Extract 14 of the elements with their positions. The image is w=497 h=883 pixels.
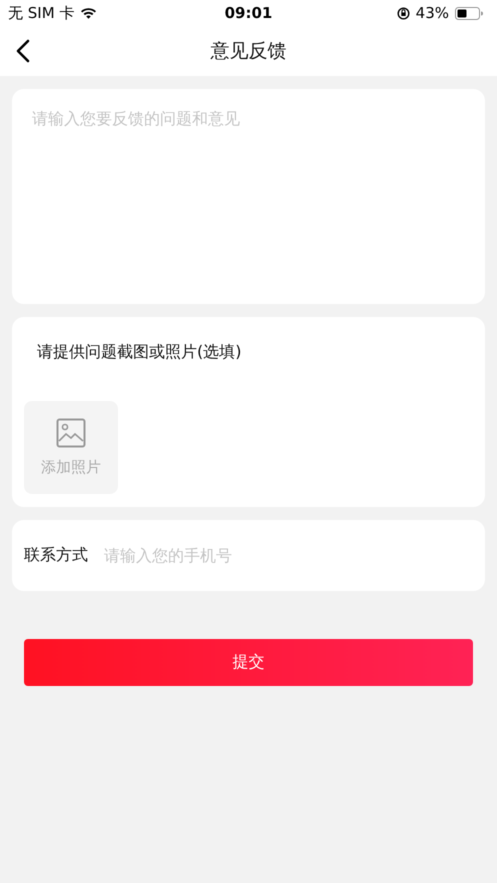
battery-percent: 43% bbox=[416, 4, 449, 22]
photo-label: 请提供问题截图或照片(选填) bbox=[37, 342, 242, 363]
rotation-lock-icon bbox=[396, 6, 410, 20]
carrier-text: 无 SIM 卡 bbox=[8, 4, 74, 22]
wifi-icon bbox=[80, 7, 98, 19]
battery-icon bbox=[455, 6, 483, 20]
contact-label: 联系方式 bbox=[24, 545, 88, 566]
feedback-field[interactable]: 请输入您要反馈的问题和意见 bbox=[12, 89, 485, 304]
back-icon[interactable] bbox=[16, 39, 30, 63]
image-icon bbox=[56, 418, 86, 448]
add-photo-button[interactable]: 添加照片 bbox=[24, 401, 118, 494]
page-title: 意见反馈 bbox=[210, 39, 286, 64]
submit-button[interactable]: 提交 bbox=[24, 639, 473, 686]
clock-text: 09:01 bbox=[224, 4, 274, 22]
